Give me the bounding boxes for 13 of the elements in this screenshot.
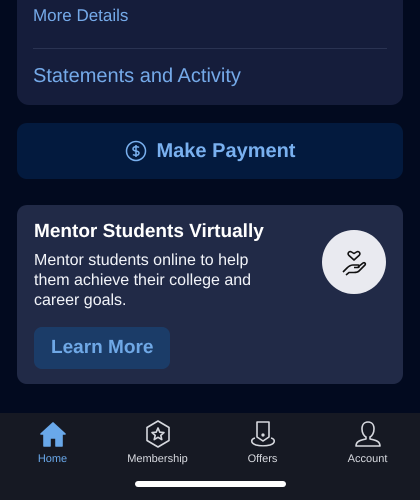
make-payment-button[interactable]: Make Payment [17,123,403,179]
promo-description: Mentor students online to help them achieve their college and career goals. [34,251,252,311]
tab-item[interactable]: Offers [218,419,308,465]
tab-item[interactable]: Membership [112,419,202,465]
promo-title: Mentor Students Virtually [34,221,264,243]
learn-more-button[interactable]: Learn More [34,327,170,369]
tab-item[interactable]: Account [322,419,412,465]
user-icon [352,419,382,449]
account-link[interactable]: More Details [33,0,387,48]
tab-item[interactable]: Home [8,419,98,465]
dollar-circle-icon [124,140,147,162]
home-icon [38,419,68,449]
account-link[interactable]: Statements and Activity [33,48,387,105]
